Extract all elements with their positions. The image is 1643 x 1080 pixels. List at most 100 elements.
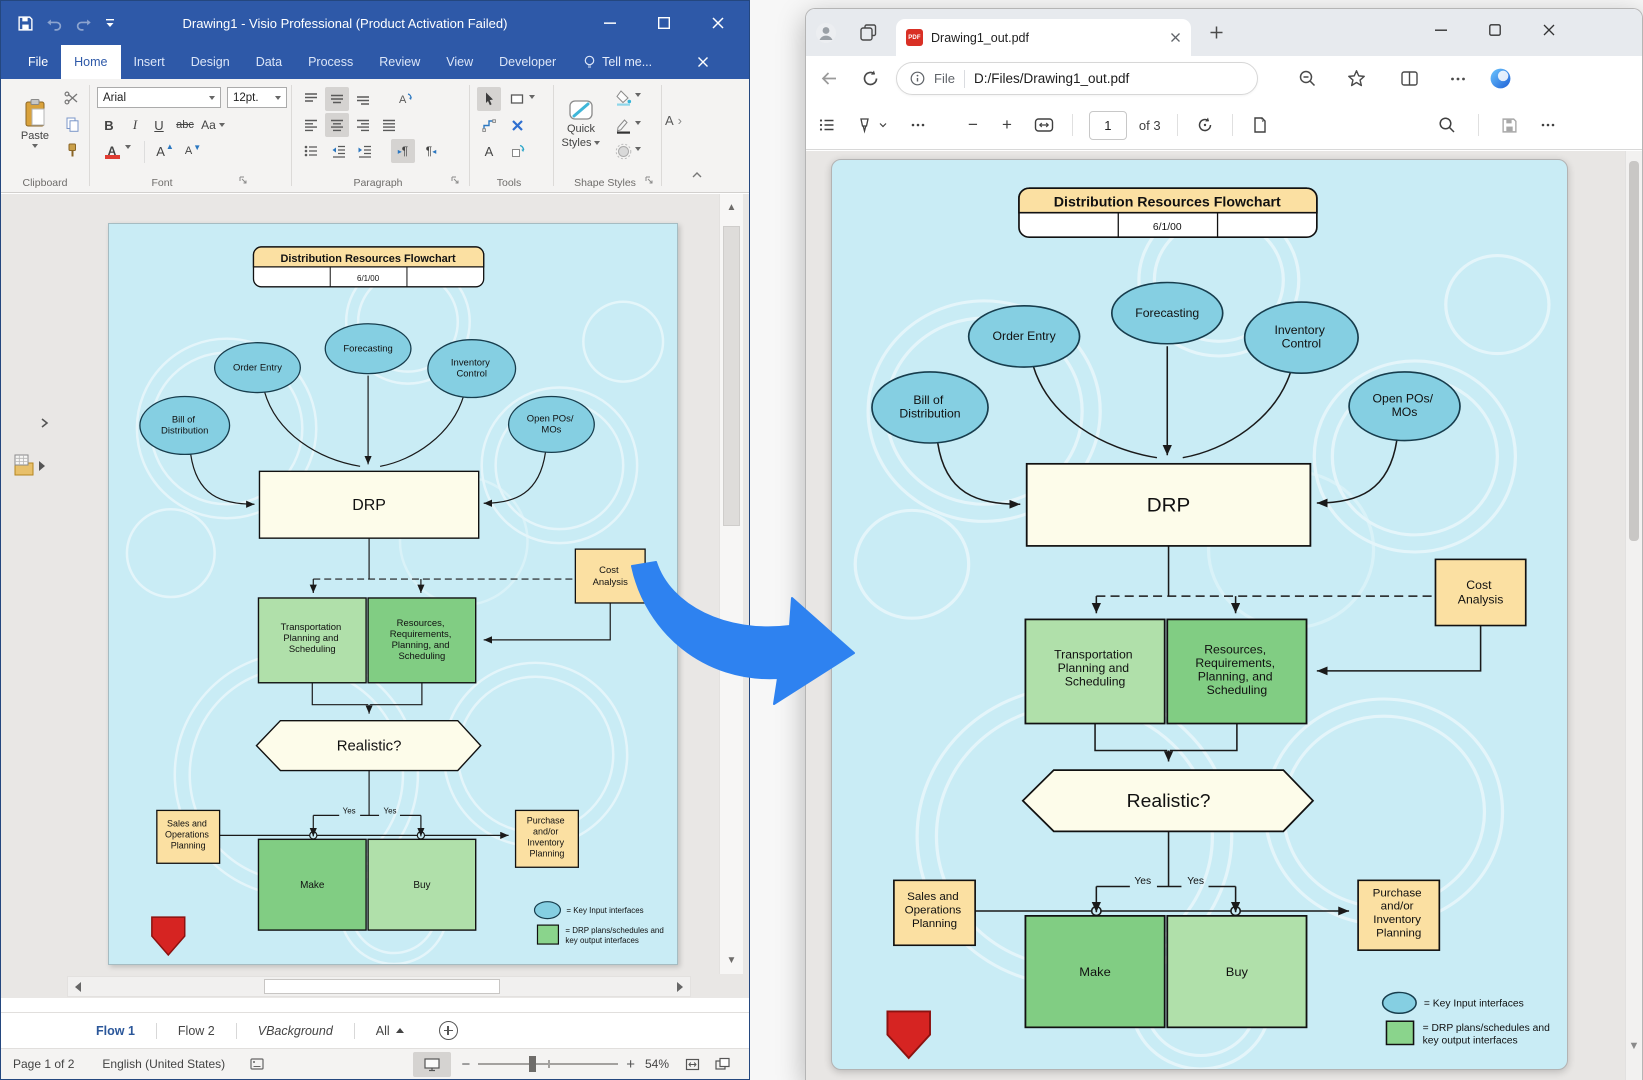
close-button[interactable] xyxy=(1542,23,1556,42)
zoom-level[interactable]: 54% xyxy=(645,1057,669,1071)
scroll-up-icon[interactable]: ▲ xyxy=(720,202,743,213)
fit-to-width-icon[interactable] xyxy=(1034,117,1054,133)
pdf-zoom-out-button[interactable]: − xyxy=(968,115,978,135)
page-view-icon[interactable] xyxy=(1251,116,1268,134)
copilot-icon[interactable] xyxy=(1489,67,1512,90)
node-open-pos-mos[interactable]: Open POs/ MOs xyxy=(1349,372,1460,441)
presentation-mode-icon[interactable] xyxy=(413,1052,451,1077)
red-marker-shape[interactable] xyxy=(887,1011,930,1058)
bullets-icon[interactable] xyxy=(299,139,323,163)
maximize-button[interactable] xyxy=(651,10,677,36)
grow-font-button[interactable]: A▲ xyxy=(153,139,177,163)
settings-more-icon[interactable] xyxy=(1449,70,1467,88)
fit-page-to-window-icon[interactable] xyxy=(677,1052,707,1077)
page-number-input[interactable]: 1 xyxy=(1089,111,1127,140)
font-dialog-launcher-icon[interactable] xyxy=(239,176,248,188)
node-buy[interactable]: Buy xyxy=(1167,916,1306,1027)
close-button[interactable] xyxy=(705,10,731,36)
workspaces-icon[interactable] xyxy=(858,23,878,43)
page-tab-all[interactable]: All xyxy=(355,1013,425,1048)
stencil-icon[interactable] xyxy=(13,453,47,479)
rotate-tool-icon[interactable] xyxy=(505,139,529,163)
font-color-dropdown-icon[interactable] xyxy=(125,145,131,149)
shrink-font-button[interactable]: A▼ xyxy=(181,139,205,163)
node-cost-analysis[interactable]: Cost Analysis xyxy=(1435,559,1525,625)
line-color-dropdown-icon[interactable] xyxy=(635,121,641,125)
shape-effects-dropdown-icon[interactable] xyxy=(635,147,641,151)
page-tab-flow2[interactable]: Flow 2 xyxy=(157,1013,236,1048)
ribbon-row-close-icon[interactable] xyxy=(697,45,709,79)
zoom-out-button[interactable]: − xyxy=(461,1056,470,1073)
horizontal-scrollbar[interactable] xyxy=(67,976,691,997)
fill-color-dropdown-icon[interactable] xyxy=(635,93,641,97)
node-order-entry[interactable]: Order Entry xyxy=(215,343,301,393)
paste-button[interactable]: Paste xyxy=(11,85,59,161)
node-transportation-planning[interactable]: Transportation Planning and Scheduling xyxy=(1025,619,1164,723)
minimize-button[interactable] xyxy=(1434,23,1448,42)
horizontal-scroll-thumb[interactable] xyxy=(264,979,500,994)
expand-shapes-panel-icon[interactable] xyxy=(39,417,49,429)
node-inventory-control[interactable]: Inventory Control xyxy=(428,340,516,398)
node-realistic[interactable]: Realistic? xyxy=(1023,770,1313,831)
node-resources-requirements[interactable]: Resources, Requirements, Planning, and S… xyxy=(368,598,476,683)
ltr-direction-button[interactable]: ▸¶ xyxy=(391,139,415,163)
node-inventory-control[interactable]: Inventory Control xyxy=(1245,302,1358,373)
node-bill-of-distribution[interactable]: Bill of Distribution xyxy=(140,397,230,455)
align-left-icon[interactable] xyxy=(299,113,323,137)
node-drp[interactable]: DRP xyxy=(1027,464,1311,546)
node-make[interactable]: Make xyxy=(1025,916,1164,1027)
bold-button[interactable]: B xyxy=(97,113,121,137)
cut-icon[interactable] xyxy=(63,89,81,107)
paragraph-dialog-launcher-icon[interactable] xyxy=(451,176,460,188)
scroll-down-icon[interactable]: ▼ xyxy=(720,955,743,966)
node-realistic[interactable]: Realistic? xyxy=(256,721,480,771)
pointer-tool-icon[interactable] xyxy=(477,87,501,111)
status-language[interactable]: English (United States) xyxy=(102,1057,225,1071)
profile-avatar-icon[interactable] xyxy=(814,21,838,45)
page-tab-flow1[interactable]: Flow 1 xyxy=(75,1013,156,1048)
split-screen-icon[interactable] xyxy=(1400,69,1419,88)
favorites-star-icon[interactable] xyxy=(1347,69,1366,88)
red-marker-shape[interactable] xyxy=(152,917,185,955)
pdf-more-icon[interactable] xyxy=(1540,117,1556,133)
collapse-ribbon-icon[interactable] xyxy=(691,171,703,179)
italic-button[interactable]: I xyxy=(123,113,147,137)
tab-process[interactable]: Process xyxy=(295,45,366,79)
zoom-in-button[interactable]: + xyxy=(626,1056,635,1073)
back-icon[interactable] xyxy=(820,69,839,88)
scroll-right-icon[interactable] xyxy=(671,978,689,995)
align-top-icon[interactable] xyxy=(299,87,323,111)
node-purchase-inventory[interactable]: Purchase and/or Inventory Planning xyxy=(516,810,579,867)
pdf-zoom-in-button[interactable]: + xyxy=(1002,115,1012,135)
node-purchase-inventory[interactable]: Purchase and/or Inventory Planning xyxy=(1358,880,1439,950)
save-icon[interactable] xyxy=(1501,117,1518,134)
node-drp[interactable]: DRP xyxy=(259,471,478,538)
new-tab-icon[interactable] xyxy=(1209,25,1224,40)
shape-effects-icon[interactable] xyxy=(611,139,635,163)
rectangle-tool-icon[interactable] xyxy=(505,87,529,111)
tab-developer[interactable]: Developer xyxy=(486,45,569,79)
align-middle-icon[interactable] xyxy=(325,87,349,111)
info-icon[interactable] xyxy=(910,71,925,86)
node-make[interactable]: Make xyxy=(258,839,366,930)
copy-icon[interactable] xyxy=(63,115,81,133)
underline-button[interactable]: U xyxy=(147,113,171,137)
fill-color-icon[interactable] xyxy=(611,85,635,109)
justify-icon[interactable] xyxy=(377,113,401,137)
tab-home[interactable]: Home xyxy=(61,45,120,79)
tab-review[interactable]: Review xyxy=(366,45,433,79)
node-buy[interactable]: Buy xyxy=(368,839,476,930)
annotation-more-icon[interactable] xyxy=(910,117,926,133)
insert-page-button[interactable] xyxy=(439,1021,458,1040)
redo-icon[interactable] xyxy=(75,15,92,32)
save-icon[interactable] xyxy=(17,15,34,32)
format-painter-icon[interactable] xyxy=(63,141,81,159)
decrease-indent-icon[interactable] xyxy=(327,139,351,163)
undo-icon[interactable] xyxy=(46,15,63,32)
zoom-slider-thumb[interactable] xyxy=(529,1056,536,1072)
node-resources-requirements[interactable]: Resources, Requirements, Planning, and S… xyxy=(1167,619,1306,723)
tab-file[interactable]: File xyxy=(15,45,61,79)
vertical-scroll-thumb[interactable] xyxy=(723,226,740,526)
line-color-icon[interactable] xyxy=(611,113,635,137)
tab-insert[interactable]: Insert xyxy=(121,45,178,79)
